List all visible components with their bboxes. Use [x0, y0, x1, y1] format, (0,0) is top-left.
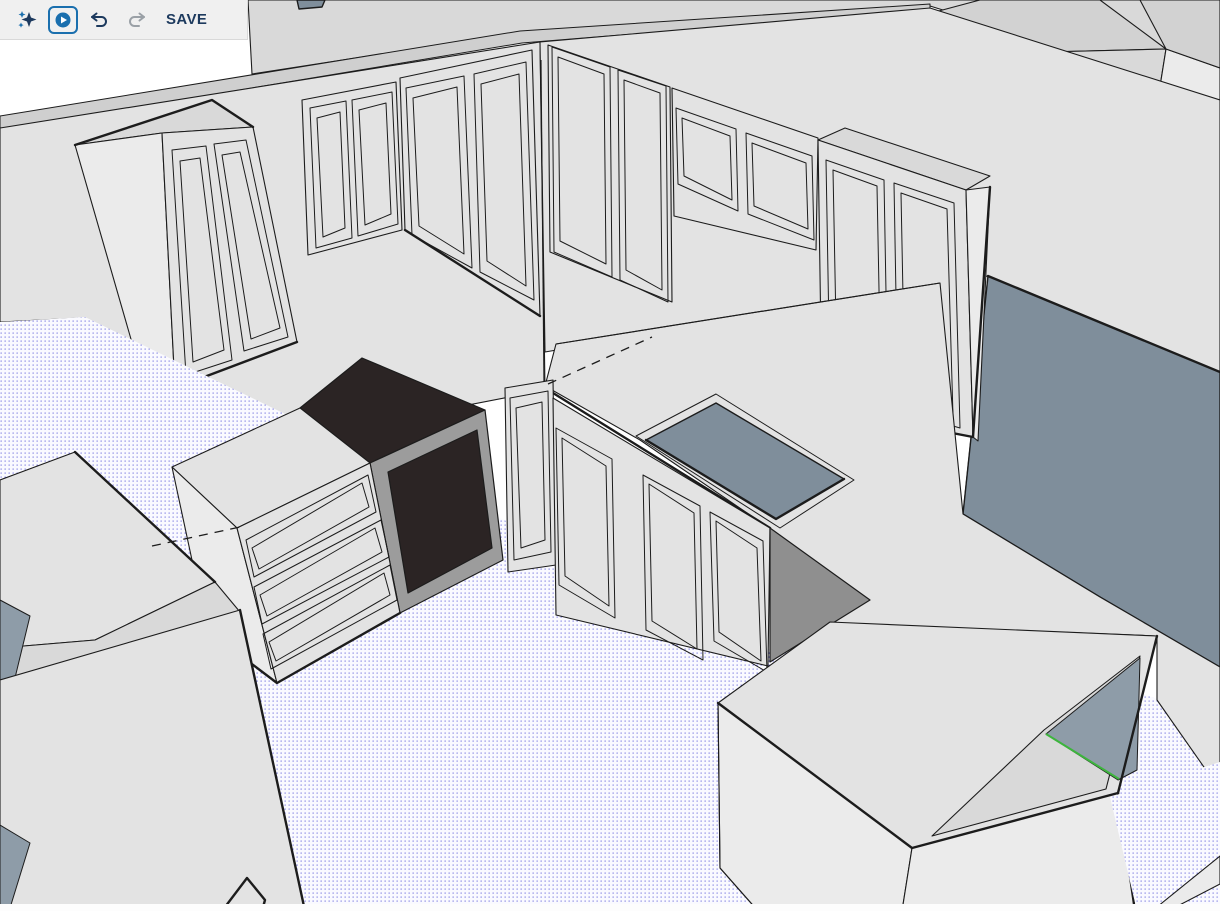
- redo-button[interactable]: [120, 4, 154, 36]
- play-icon: [54, 11, 72, 29]
- save-button[interactable]: SAVE: [166, 11, 207, 28]
- sparkles-icon: [15, 8, 39, 32]
- redo-icon: [126, 9, 148, 31]
- bottom-ground-strip: [0, 904, 1220, 911]
- kitchen-island: [718, 622, 1157, 911]
- undo-icon: [88, 9, 110, 31]
- toolbar: SAVE: [0, 0, 248, 40]
- ai-sparkles-button[interactable]: [10, 4, 44, 36]
- undo-button[interactable]: [82, 4, 116, 36]
- app-window: SAVE: [0, 0, 1220, 911]
- play-button[interactable]: [48, 6, 78, 34]
- 3d-viewport[interactable]: [0, 0, 1220, 911]
- corner-base-cabinet: [505, 380, 556, 572]
- far-window-sliver: [297, 0, 325, 9]
